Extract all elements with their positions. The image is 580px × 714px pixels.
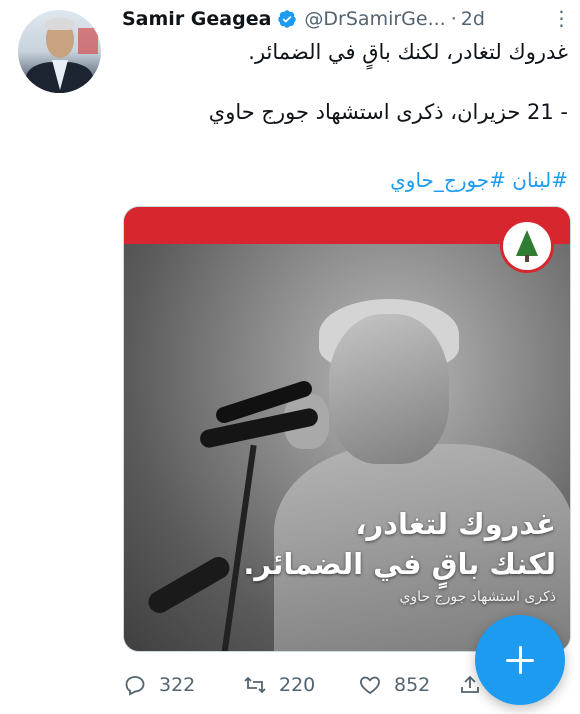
like-count: 852 bbox=[394, 674, 431, 696]
like-button[interactable]: 852 bbox=[358, 673, 458, 697]
tweet-hashtags[interactable]: #لبنان #جورج_حاوي bbox=[390, 168, 568, 192]
header-separator: · bbox=[450, 8, 457, 30]
compose-tweet-button[interactable] bbox=[475, 615, 565, 705]
tweet-media-image[interactable]: غدروك لتغادر، لكنك باقٍ في الضمائر. ذكرى… bbox=[123, 206, 571, 652]
reply-button[interactable]: 322 bbox=[123, 673, 243, 697]
tweet-timestamp[interactable]: 2d bbox=[461, 8, 485, 30]
plus-icon bbox=[518, 646, 522, 674]
cedar-tree-icon bbox=[516, 230, 538, 256]
photo-microphone bbox=[144, 552, 234, 618]
tweet-header: Samir Geagea @DrSamirGe... · 2d ⋮ bbox=[122, 6, 572, 32]
retweet-button[interactable]: 220 bbox=[243, 673, 358, 697]
party-emblem-icon bbox=[500, 219, 554, 273]
retweet-count: 220 bbox=[279, 674, 316, 696]
photo-speaker-head bbox=[329, 314, 449, 464]
tweet-text-line-1: غدروك لتغادر، لكنك باقٍ في الضمائر. bbox=[248, 40, 568, 64]
author-avatar[interactable] bbox=[18, 10, 101, 93]
avatar-flag-background bbox=[78, 28, 98, 54]
reply-count: 322 bbox=[159, 674, 196, 696]
retweet-icon bbox=[244, 676, 266, 694]
author-handle[interactable]: @DrSamirGe... bbox=[304, 8, 445, 30]
tweet-actions-bar: 322 220 852 bbox=[123, 670, 488, 700]
heart-icon bbox=[360, 676, 380, 695]
reply-icon bbox=[125, 676, 145, 696]
more-options-icon[interactable]: ⋮ bbox=[550, 6, 572, 30]
verified-badge-icon bbox=[278, 10, 297, 28]
media-overlay-line-2: لكنك باقٍ في الضمائر. bbox=[243, 547, 556, 581]
media-overlay-line-1: غدروك لتغادر، bbox=[355, 507, 556, 541]
media-overlay-caption: ذكرى استشهاد جورج حاوي bbox=[399, 589, 556, 605]
cedar-trunk bbox=[525, 255, 529, 262]
tweet-text-line-2: - 21 حزيران، ذكرى استشهاد جورج حاوي bbox=[208, 100, 568, 124]
author-name[interactable]: Samir Geagea bbox=[122, 8, 271, 30]
avatar-hair bbox=[45, 18, 75, 30]
